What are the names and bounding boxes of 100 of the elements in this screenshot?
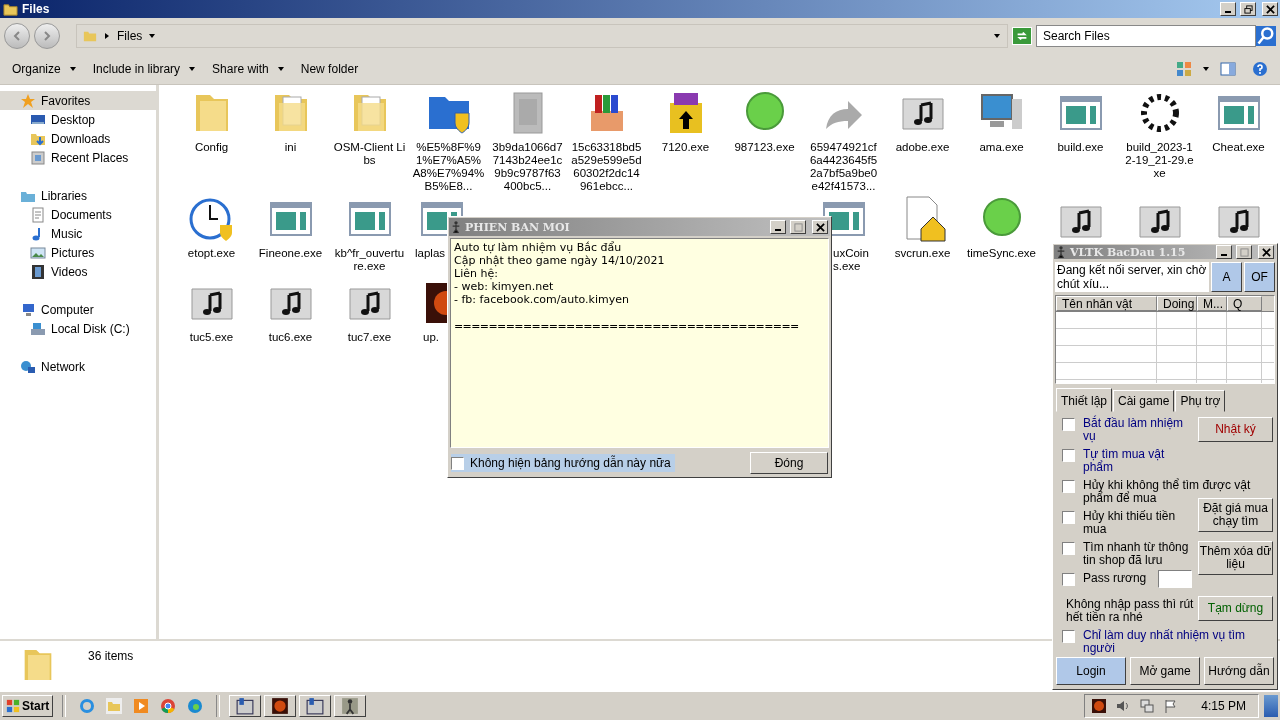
play-icon[interactable]	[133, 698, 150, 714]
forward-button[interactable]	[34, 23, 60, 49]
figure-icon	[341, 697, 360, 715]
checkbox[interactable]	[1062, 511, 1075, 524]
preview-pane-icon[interactable]	[1220, 61, 1236, 77]
action-button[interactable]: Hướng dẫn	[1204, 657, 1274, 685]
action-button[interactable]: Login	[1056, 657, 1126, 685]
action-button[interactable]: Đặt giá mua chạy tìm	[1198, 498, 1273, 532]
checkbox[interactable]	[1062, 573, 1075, 586]
minimize-button[interactable]	[770, 220, 786, 234]
column-header[interactable]: Tên nhân vật	[1056, 296, 1157, 311]
status-text: Đang kết nối server, xin chờ chút xíu...	[1055, 262, 1209, 292]
refresh-icon	[1015, 29, 1029, 43]
sidebar-item[interactable]: Pictures	[0, 243, 156, 262]
toolbar-button[interactable]: Include in library	[86, 59, 203, 79]
sidebar-item[interactable]: Documents	[0, 205, 156, 224]
maximize-icon	[793, 222, 803, 232]
close-icon	[815, 222, 825, 232]
app-icon	[236, 697, 255, 715]
file-name: 15c63318bd5a529e599e5d60302f2dc14961ebcc...	[570, 141, 643, 193]
back-button[interactable]	[4, 23, 30, 49]
sidebar-item[interactable]: Local Disk (C:)	[0, 319, 156, 338]
taskbar-button[interactable]	[299, 695, 332, 717]
maximize-button[interactable]	[1236, 245, 1252, 259]
column-header[interactable]: M...	[1197, 296, 1227, 311]
file-name: 659474921cf6a4423645f52a7bf5a9be0e42f41573...	[808, 141, 879, 193]
minimize-button[interactable]	[1216, 245, 1232, 259]
sidebar-item[interactable]: Favorites	[0, 91, 156, 110]
option-label: Tìm nhanh từ thông tin shop đã lưu	[1083, 541, 1190, 567]
sidebar-item[interactable]: Computer	[0, 300, 156, 319]
checkbox[interactable]	[1062, 630, 1075, 643]
action-button[interactable]: Mở game	[1130, 657, 1200, 685]
option-label: Hủy khi thiếu tiền mua	[1083, 510, 1177, 536]
close-button[interactable]	[1258, 245, 1274, 259]
toolbar-button[interactable]: Share with	[206, 59, 291, 79]
restore-icon	[1243, 4, 1253, 14]
caret-icon[interactable]	[993, 32, 1001, 40]
maximize-icon	[1239, 247, 1249, 257]
view-icon[interactable]	[1176, 61, 1192, 77]
network-icon[interactable]	[1139, 698, 1156, 714]
refresh-button[interactable]	[1012, 27, 1032, 45]
checkbox[interactable]	[1062, 480, 1075, 493]
message-line: - fb: facebook.com/auto.kimyen	[454, 293, 629, 306]
column-header[interactable]: Q	[1227, 296, 1262, 311]
game-icon	[271, 697, 290, 715]
password-field[interactable]	[1158, 570, 1192, 588]
file-name: tuc5.exe	[188, 331, 235, 344]
address-field[interactable]: Files	[76, 24, 1008, 48]
checkbox[interactable]	[1062, 418, 1075, 431]
close-button[interactable]: Đóng	[750, 452, 828, 474]
file-name: Cheat.exe	[1211, 141, 1266, 154]
caret-icon[interactable]	[148, 32, 157, 40]
toggle-button[interactable]: OF	[1244, 262, 1275, 292]
tab[interactable]: Cài game	[1113, 390, 1175, 412]
action-button[interactable]: Thêm xóa dữ liệu	[1198, 541, 1273, 575]
action-button[interactable]: Tạm dừng	[1198, 596, 1273, 621]
toolbar-button[interactable]: New folder	[294, 59, 365, 79]
minimize-icon	[1225, 10, 1231, 13]
tab[interactable]: Phụ trợ	[1175, 390, 1226, 412]
sidebar-item[interactable]: Recent Places	[0, 148, 156, 167]
sidebar-item[interactable]: Desktop	[0, 110, 156, 129]
close-button[interactable]	[812, 220, 828, 234]
sidebar-item[interactable]: Libraries	[0, 186, 156, 205]
file-name: etopt.exe	[186, 247, 237, 260]
sidebar-item[interactable]: Music	[0, 224, 156, 243]
file-name: %E5%8F%91%E7%A5%A8%E7%94%B5%E8...	[412, 141, 485, 193]
minimize-button[interactable]	[1220, 2, 1236, 16]
option-label: Pass rương	[1083, 572, 1148, 585]
checkbox[interactable]	[1062, 449, 1075, 462]
tab[interactable]: Thiết lập	[1056, 388, 1113, 412]
maximize-button[interactable]	[790, 220, 806, 234]
caret-icon[interactable]	[103, 32, 111, 40]
game-icon[interactable]	[1091, 698, 1108, 714]
taskbar-button[interactable]	[334, 695, 367, 717]
sidebar-item[interactable]: Downloads	[0, 129, 156, 148]
sidebar-item[interactable]: Videos	[0, 262, 156, 281]
toolbar-button[interactable]: Organize	[6, 59, 83, 79]
taskbar-button[interactable]	[264, 695, 297, 717]
close-button[interactable]	[1262, 2, 1278, 16]
taskbar-button[interactable]	[229, 695, 262, 717]
star-icon	[20, 92, 36, 109]
file-name: build_2023-12-19_21-29.exe	[1124, 141, 1195, 180]
file-name: uxCoins.exe	[833, 247, 870, 273]
help-icon[interactable]	[1252, 61, 1268, 77]
checkbox[interactable]	[451, 456, 464, 470]
toggle-button[interactable]: A	[1211, 262, 1242, 292]
restore-button[interactable]	[1240, 2, 1256, 16]
sidebar-item[interactable]: Network	[0, 357, 156, 376]
computer-icon	[20, 301, 36, 318]
item-count: 36 items	[88, 649, 134, 663]
clock: 4:15 PM	[1201, 699, 1246, 713]
search-field[interactable]: Search Files	[1036, 25, 1256, 47]
column-header[interactable]: Doing	[1157, 296, 1197, 311]
search-icon[interactable]	[1256, 26, 1276, 46]
checkbox[interactable]	[1062, 542, 1075, 555]
action-button[interactable]: Nhật ký	[1198, 417, 1273, 442]
browser-icon[interactable]	[160, 698, 177, 714]
caret-icon[interactable]	[1202, 65, 1210, 73]
start-button[interactable]: Start	[2, 695, 54, 717]
picture-icon	[30, 244, 46, 261]
